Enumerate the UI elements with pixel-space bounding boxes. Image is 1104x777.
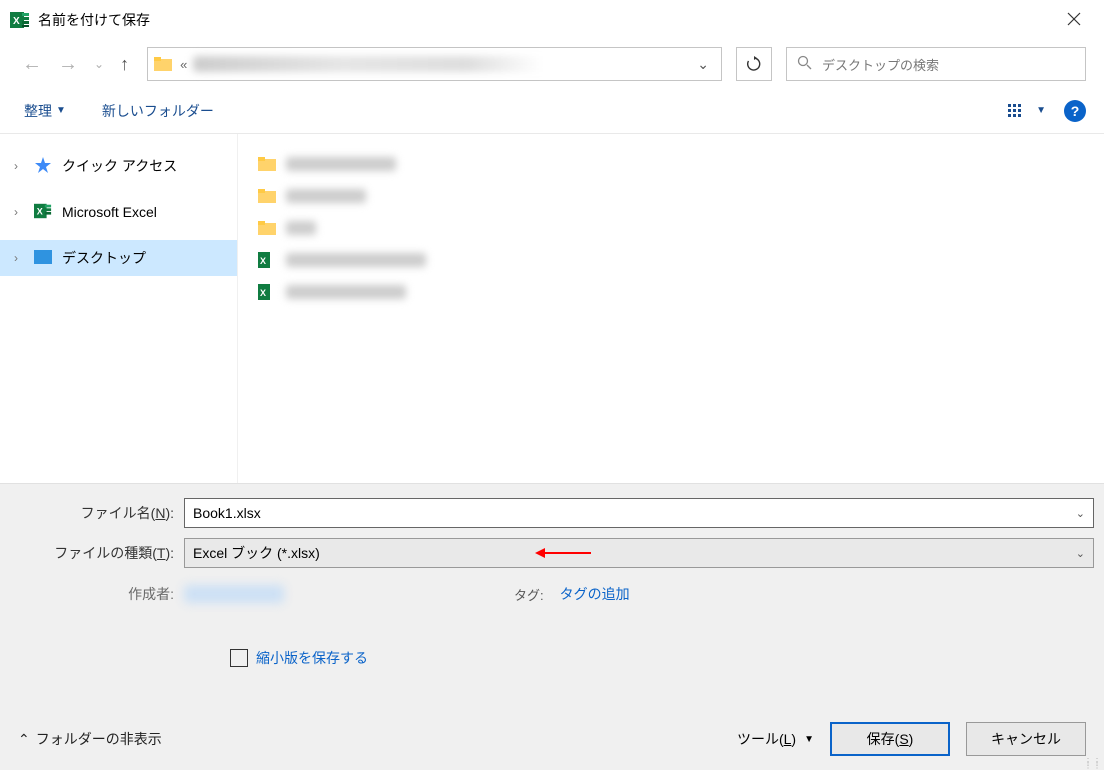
star-icon	[34, 156, 52, 177]
caret-down-icon: ▼	[804, 734, 814, 745]
tag-label: タグ:	[514, 585, 544, 604]
search-placeholder: デスクトップの検索	[822, 55, 939, 74]
new-folder-button[interactable]: 新しいフォルダー	[96, 97, 220, 125]
svg-text:X: X	[37, 206, 43, 216]
sidebar-item-desktop[interactable]: › デスクトップ	[0, 240, 237, 276]
list-item[interactable]	[258, 182, 1084, 210]
folder-icon	[258, 157, 276, 171]
desktop-icon	[34, 250, 52, 267]
folder-icon	[258, 221, 276, 235]
refresh-icon	[746, 56, 762, 72]
blurred-text	[286, 221, 316, 235]
author-value-blurred	[184, 585, 284, 603]
close-icon	[1067, 12, 1081, 26]
sidebar: › クイック アクセス › X Microsoft Excel › デスクトップ	[0, 134, 238, 483]
blurred-text	[286, 253, 426, 267]
filetype-value: Excel ブック (*.xlsx)	[193, 543, 320, 563]
excel-app-icon: X	[10, 10, 30, 30]
hide-folder-toggle[interactable]: ⌃ フォルダーの非表示	[18, 729, 162, 749]
svg-text:X: X	[260, 288, 266, 298]
blurred-text	[286, 285, 406, 299]
blurred-text	[286, 157, 396, 171]
filetype-select[interactable]: Excel ブック (*.xlsx) ⌄	[184, 538, 1094, 568]
folder-icon	[258, 189, 276, 203]
search-icon	[797, 55, 812, 73]
breadcrumb-prefix: «	[180, 57, 187, 72]
cancel-label: キャンセル	[991, 729, 1061, 749]
toolbar: 整理 ▼ 新しいフォルダー ▼ ?	[0, 88, 1104, 134]
file-list: X X	[238, 134, 1104, 483]
address-bar[interactable]: « ⌄	[147, 47, 722, 81]
filetype-row: ファイルの種類(T): Excel ブック (*.xlsx) ⌄	[10, 538, 1094, 568]
author-label: 作成者:	[10, 584, 184, 604]
add-tag-link[interactable]: タグの追加	[560, 584, 630, 604]
chevron-up-icon: ⌃	[18, 731, 30, 748]
organize-label: 整理	[24, 101, 52, 121]
thumbnail-row: 縮小版を保存する	[230, 648, 1094, 668]
svg-text:X: X	[13, 16, 20, 27]
footer: ⌃ フォルダーの非表示 ツール(L) ▼ 保存(S) キャンセル	[0, 722, 1104, 756]
up-button[interactable]: ↑	[116, 50, 133, 79]
folder-icon	[154, 56, 172, 72]
blurred-text	[286, 189, 366, 203]
thumbnail-checkbox[interactable]	[230, 649, 248, 667]
excel-file-icon: X	[258, 251, 276, 269]
excel-file-icon: X	[258, 283, 276, 301]
filetype-label: ファイルの種類(T):	[10, 543, 184, 563]
chevron-down-icon[interactable]: ⌄	[697, 56, 709, 73]
list-item[interactable]	[258, 150, 1084, 178]
filename-label: ファイル名(N):	[10, 503, 184, 523]
caret-down-icon: ▼	[1036, 105, 1046, 116]
meta-row: 作成者: タグ: タグの追加	[10, 584, 1094, 604]
refresh-button[interactable]	[736, 47, 772, 81]
list-item[interactable]: X	[258, 278, 1084, 306]
sidebar-label: Microsoft Excel	[62, 204, 157, 220]
titlebar: X 名前を付けて保存	[0, 0, 1104, 40]
hide-folder-label: フォルダーの非表示	[36, 729, 162, 749]
list-item[interactable]: X	[258, 246, 1084, 274]
sidebar-label: デスクトップ	[62, 248, 146, 268]
tools-dropdown[interactable]: ツール(L) ▼	[737, 729, 814, 749]
chevron-right-icon: ›	[14, 159, 24, 173]
list-item[interactable]	[258, 214, 1084, 242]
sidebar-item-quick-access[interactable]: › クイック アクセス	[0, 148, 237, 184]
save-button[interactable]: 保存(S)	[830, 722, 950, 756]
view-list-icon	[1008, 102, 1030, 120]
back-button[interactable]: ←	[18, 49, 46, 80]
cancel-button[interactable]: キャンセル	[966, 722, 1086, 756]
help-button[interactable]: ?	[1064, 100, 1086, 122]
chevron-right-icon: ›	[14, 251, 24, 265]
thumbnail-label: 縮小版を保存する	[256, 648, 368, 668]
excel-icon: X	[34, 202, 52, 223]
resize-grip-icon[interactable]: ⋮⋮⋮⋮	[1084, 760, 1102, 768]
window-title: 名前を付けて保存	[38, 10, 150, 30]
bottom-panel: ファイル名(N): Book1.xlsx ⌄ ファイルの種類(T): Excel…	[0, 484, 1104, 770]
filename-row: ファイル名(N): Book1.xlsx ⌄	[10, 498, 1094, 528]
filename-input[interactable]: Book1.xlsx ⌄	[184, 498, 1094, 528]
chevron-down-icon[interactable]: ⌄	[1076, 547, 1085, 560]
svg-text:X: X	[260, 256, 266, 266]
address-path-blurred	[193, 56, 691, 72]
organize-button[interactable]: 整理 ▼	[18, 97, 72, 125]
close-button[interactable]	[1054, 10, 1094, 31]
new-folder-label: 新しいフォルダー	[102, 101, 214, 121]
chevron-right-icon: ›	[14, 205, 24, 219]
main-area: › クイック アクセス › X Microsoft Excel › デスクトップ	[0, 134, 1104, 484]
sidebar-item-excel[interactable]: › X Microsoft Excel	[0, 194, 237, 230]
sidebar-label: クイック アクセス	[62, 156, 177, 176]
caret-down-icon: ▼	[56, 105, 66, 116]
nav-row: ← → ⌄ ↑ « ⌄ デスクトップの検索	[0, 40, 1104, 88]
chevron-down-icon[interactable]: ⌄	[1076, 507, 1085, 520]
filename-value: Book1.xlsx	[193, 505, 261, 521]
forward-button[interactable]: →	[54, 49, 82, 80]
annotation-arrow-icon	[535, 546, 591, 560]
view-mode-button[interactable]: ▼	[1008, 102, 1046, 120]
search-input[interactable]: デスクトップの検索	[786, 47, 1086, 81]
history-chevron-icon[interactable]: ⌄	[90, 53, 108, 75]
